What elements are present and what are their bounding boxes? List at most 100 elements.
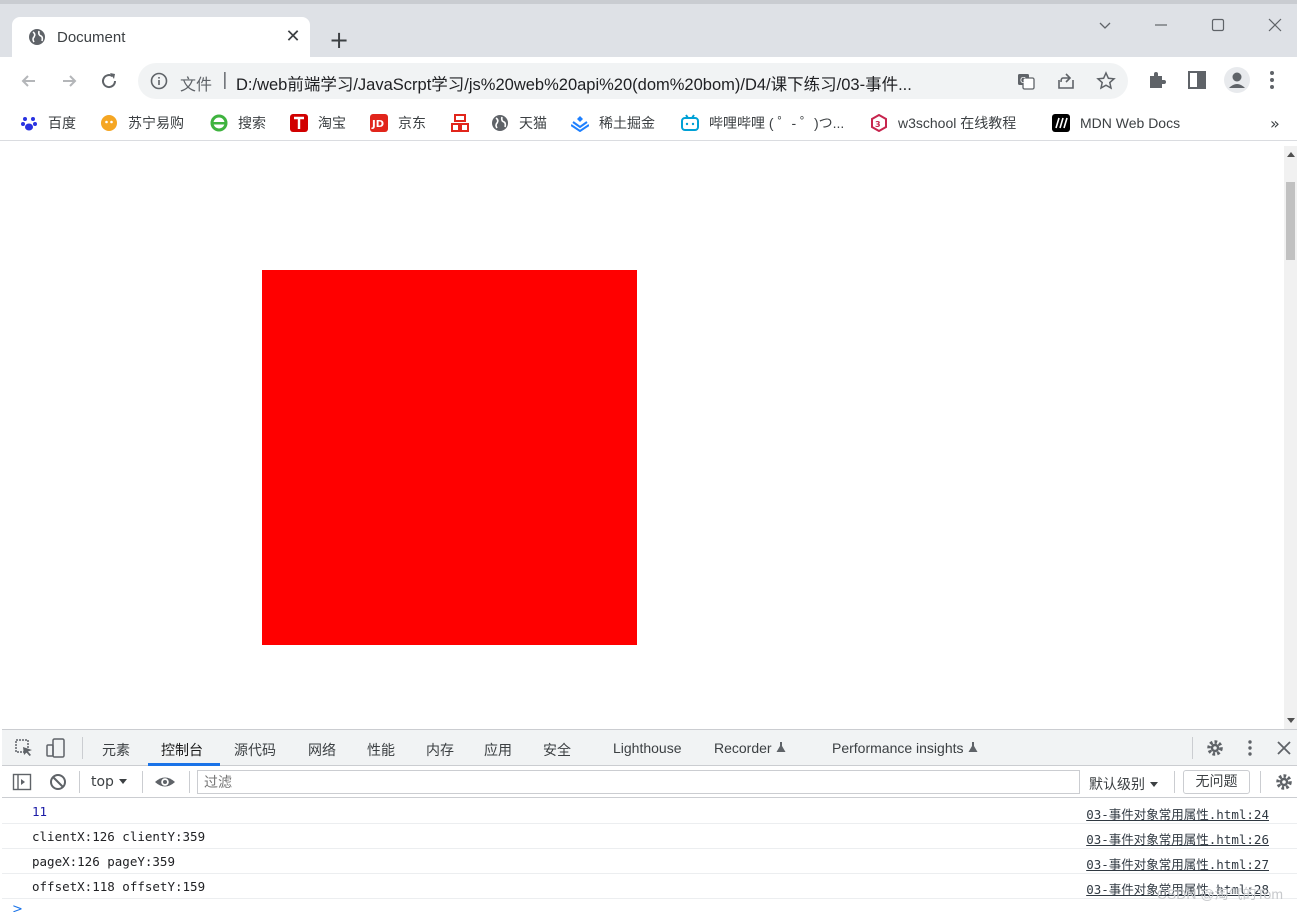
- filter-text-field[interactable]: [198, 771, 1079, 793]
- window-close-icon[interactable]: [1263, 17, 1287, 41]
- sidebar-toggle-icon[interactable]: [12, 772, 32, 792]
- side-panel-icon[interactable]: [1186, 69, 1210, 93]
- browser-tab[interactable]: Document ✕: [12, 17, 310, 61]
- log-level-selector[interactable]: 默认级别: [1089, 774, 1159, 794]
- address-bar[interactable]: 文件 | D:/web前端学习/JavaScrpt学习/js%20web%20a…: [138, 63, 1128, 99]
- bookmark-suning[interactable]: 苏宁易购: [100, 113, 184, 133]
- console-filter-input[interactable]: [197, 770, 1080, 794]
- message-text: pageX:126 pageY:359: [32, 854, 175, 869]
- tab-performance[interactable]: 性能: [367, 740, 395, 760]
- bookmark-jd[interactable]: JD 京东: [370, 113, 426, 133]
- tab-close-icon[interactable]: ✕: [282, 26, 304, 48]
- scroll-thumb[interactable]: [1286, 182, 1295, 260]
- profile-avatar-icon[interactable]: [1223, 67, 1250, 93]
- url-text[interactable]: D:/web前端学习/JavaScrpt学习/js%20web%20api%20…: [236, 71, 1001, 95]
- bookmark-star-icon[interactable]: [1096, 71, 1116, 91]
- tab-lighthouse[interactable]: Lighthouse: [613, 740, 682, 756]
- site-info-icon[interactable]: [150, 72, 168, 90]
- bookmark-juejin[interactable]: 稀土掘金: [570, 113, 655, 133]
- issues-button[interactable]: 无问题: [1183, 770, 1250, 794]
- suning-icon: [100, 114, 118, 132]
- divider: [79, 771, 80, 793]
- message-source-link[interactable]: 03-事件对象常用属性.html:24: [1086, 804, 1269, 823]
- bookmark-tmall[interactable]: 天猫: [491, 113, 547, 133]
- red-box[interactable]: [262, 270, 637, 645]
- bookmark-label: w3school 在线教程: [898, 115, 1017, 131]
- console-message: pageX:126 pageY:359 03-事件对象常用属性.html:27: [2, 849, 1297, 874]
- minimize-icon[interactable]: [1149, 17, 1173, 41]
- scroll-down-icon[interactable]: [1287, 718, 1295, 723]
- divider: [142, 771, 143, 793]
- translate-icon[interactable]: G: [1016, 71, 1036, 91]
- url-scheme-label: 文件: [180, 75, 213, 94]
- share-icon[interactable]: [1056, 71, 1076, 91]
- scroll-up-icon[interactable]: [1287, 152, 1295, 157]
- tab-memory[interactable]: 内存: [426, 740, 454, 760]
- url-separator: |: [222, 70, 228, 90]
- tab-recorder[interactable]: Recorder: [714, 740, 787, 756]
- forward-icon[interactable]: [55, 67, 83, 95]
- bookmark-taobao[interactable]: 淘宝: [290, 113, 346, 133]
- bookmark-mdn[interactable]: MDN Web Docs: [1052, 113, 1180, 133]
- taobao-icon: [290, 114, 308, 132]
- tab-application[interactable]: 应用: [484, 740, 512, 760]
- bookmark-search[interactable]: 搜索: [210, 113, 266, 133]
- tab-console[interactable]: 控制台: [161, 740, 203, 760]
- menu-kebab-icon[interactable]: [1268, 69, 1292, 93]
- inspect-element-icon[interactable]: [14, 738, 34, 758]
- tab-security[interactable]: 安全: [543, 740, 571, 760]
- juejin-icon: [570, 114, 590, 133]
- page-scrollbar[interactable]: [1284, 146, 1297, 729]
- back-icon[interactable]: [15, 67, 43, 95]
- devtools-panel: 元素 控制台 源代码 网络 性能 内存 应用 安全 Lighthouse Rec…: [2, 729, 1297, 912]
- tab-recorder-label: Recorder: [714, 740, 772, 756]
- bookmarks-bar: 百度 苏宁易购 搜索 淘宝 JD 京东 天猫 稀土掘金 哔哩哔哩 (゜- ゜)…: [0, 105, 1297, 141]
- console-settings-gear-icon[interactable]: [1274, 772, 1294, 792]
- extensions-icon[interactable]: [1146, 69, 1170, 93]
- console-messages: 11 03-事件对象常用属性.html:24 clientX:126 clien…: [2, 799, 1297, 899]
- bookmark-baidu[interactable]: 百度: [20, 113, 76, 133]
- device-toolbar-icon[interactable]: [46, 738, 66, 758]
- tab-elements[interactable]: 元素: [102, 740, 130, 760]
- bookmark-label: 苏宁易购: [128, 115, 184, 131]
- devtools-tabbar: 元素 控制台 源代码 网络 性能 内存 应用 安全 Lighthouse Rec…: [2, 730, 1297, 766]
- reload-icon[interactable]: [95, 67, 123, 95]
- message-source-link[interactable]: 03-事件对象常用属性.html:26: [1086, 829, 1269, 848]
- tab-performance-insights[interactable]: Performance insights: [832, 740, 979, 756]
- browser-toolbar: 文件 | D:/web前端学习/JavaScrpt学习/js%20web%20a…: [0, 57, 1297, 105]
- jd-icon: JD: [370, 114, 388, 132]
- bookmark-grid-logo[interactable]: [451, 113, 479, 133]
- watermark: CSDN @淘气的Tom: [1156, 886, 1283, 902]
- tab-network[interactable]: 网络: [308, 740, 336, 760]
- bookmark-label: 搜索: [238, 115, 266, 131]
- bilibili-icon: [681, 114, 699, 132]
- bookmark-w3school[interactable]: 3 w3school 在线教程: [870, 113, 1016, 133]
- new-tab-button[interactable]: +: [326, 28, 352, 54]
- tab-search-icon[interactable]: [1093, 17, 1117, 41]
- dropdown-arrow-icon: [1150, 782, 1159, 787]
- divider: [1174, 771, 1175, 793]
- search-engine-icon: [210, 114, 228, 132]
- bookmark-label: MDN Web Docs: [1080, 115, 1181, 131]
- clear-console-icon[interactable]: [48, 772, 68, 792]
- console-prompt-icon[interactable]: >: [12, 902, 23, 912]
- svg-text:JD: JD: [371, 119, 384, 130]
- bookmarks-overflow-icon[interactable]: »: [1270, 113, 1280, 133]
- bookmark-bilibili[interactable]: 哔哩哔哩 ( ゜- ゜)つ...: [681, 113, 844, 133]
- live-expression-eye-icon[interactable]: [154, 772, 175, 792]
- globe-icon: [491, 114, 509, 132]
- divider: [1192, 737, 1193, 759]
- context-selector[interactable]: top: [91, 774, 128, 790]
- console-message: offsetX:118 offsetY:159 03-事件对象常用属性.html…: [2, 874, 1297, 899]
- settings-gear-icon[interactable]: [1205, 738, 1225, 758]
- bookmark-label: 淘宝: [318, 115, 346, 131]
- message-source-link[interactable]: 03-事件对象常用属性.html:27: [1086, 854, 1269, 873]
- divider: [189, 771, 190, 793]
- bookmark-label: 天猫: [519, 115, 547, 131]
- w3school-icon: 3: [870, 113, 888, 133]
- maximize-icon[interactable]: [1206, 17, 1230, 41]
- tab-sources[interactable]: 源代码: [234, 740, 276, 760]
- devtools-close-icon[interactable]: [1274, 738, 1294, 758]
- devtools-menu-icon[interactable]: [1240, 738, 1260, 758]
- grid-logo-icon: [451, 114, 469, 132]
